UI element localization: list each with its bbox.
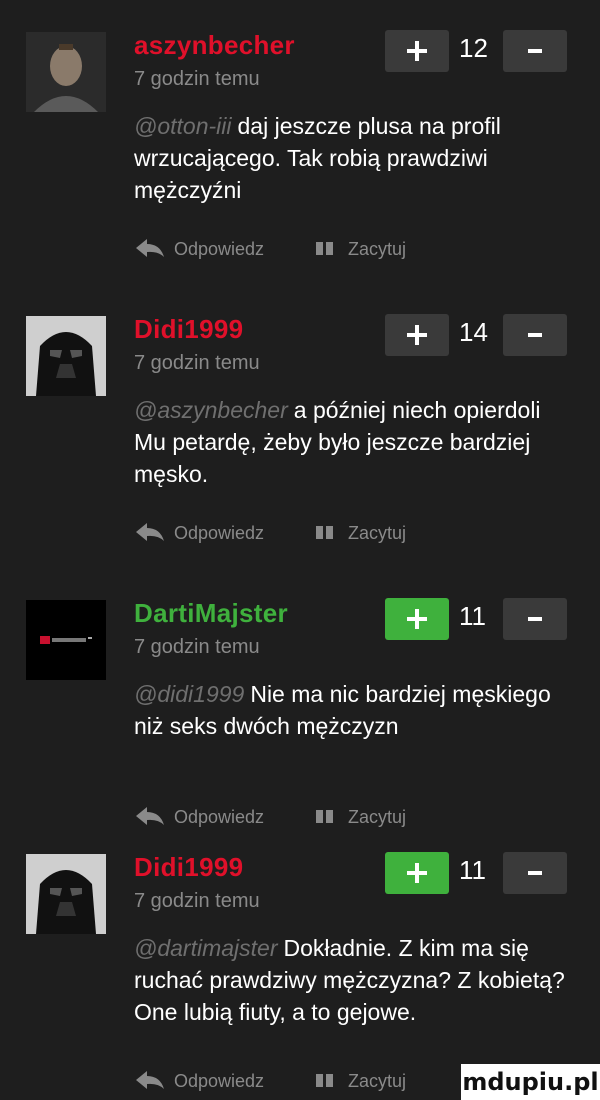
mention-link[interactable]: @dartimajster xyxy=(134,935,278,961)
darth-vader-icon xyxy=(26,854,106,934)
plus-icon xyxy=(407,325,427,345)
timestamp: 7 godzin temu xyxy=(134,352,260,374)
man-face-icon xyxy=(26,32,106,112)
darth-vader-icon xyxy=(26,316,106,396)
username[interactable]: Didi1999 xyxy=(134,314,243,345)
comment-body: @aszynbecher a później niech opierdoli Mu… xyxy=(134,394,574,490)
username[interactable]: Didi1999 xyxy=(134,852,243,883)
username[interactable]: aszynbecher xyxy=(134,30,295,61)
reply-arrow-icon xyxy=(136,239,164,257)
comment-body: @didi1999 Nie ma nic bardziej męskiego ni… xyxy=(134,678,574,742)
reply-button[interactable]: Odpowiedz xyxy=(134,519,294,549)
upvote-button[interactable] xyxy=(385,314,449,356)
upvote-button[interactable] xyxy=(385,30,449,72)
reply-label: Odpowiedz xyxy=(174,239,265,259)
quote-label: Zacytuj xyxy=(348,1071,407,1091)
plus-icon xyxy=(407,609,427,629)
quote-icon xyxy=(316,1074,333,1087)
comment-body: @dartimajster Dokładnie. Z kim ma się ruc… xyxy=(134,932,574,1028)
avatar[interactable] xyxy=(26,316,106,396)
timestamp: 7 godzin temu xyxy=(134,68,260,90)
comment: Didi1999 7 godzin temu 14 @aszynbecher a … xyxy=(0,284,600,554)
comment: aszynbecher 7 godzin temu 12 @otton-iii d… xyxy=(0,0,600,270)
comment: Didi1999 7 godzin temu 11 @dartimajster D… xyxy=(0,822,600,1092)
quote-label: Zacytuj xyxy=(348,523,407,543)
minus-icon xyxy=(528,617,542,621)
plus-icon xyxy=(407,41,427,61)
quote-icon xyxy=(316,526,333,539)
avatar[interactable] xyxy=(26,32,106,112)
timestamp: 7 godzin temu xyxy=(134,636,260,658)
dark-logo-icon xyxy=(26,600,106,680)
quote-button[interactable]: Zacytuj xyxy=(314,519,434,549)
reply-arrow-icon xyxy=(136,1071,164,1089)
upvote-button[interactable] xyxy=(385,852,449,894)
comment-body: @otton-iii daj jeszcze plusa na profil wr… xyxy=(134,110,574,206)
reply-arrow-icon xyxy=(136,523,164,541)
mention-link[interactable]: @otton-iii xyxy=(134,113,232,139)
mention-link[interactable]: @aszynbecher xyxy=(134,397,288,423)
minus-icon xyxy=(528,49,542,53)
quote-icon xyxy=(316,242,333,255)
reply-label: Odpowiedz xyxy=(174,1071,265,1091)
vote-score: 14 xyxy=(459,317,488,347)
timestamp: 7 godzin temu xyxy=(134,890,260,912)
vote-score: 11 xyxy=(459,601,486,631)
downvote-button[interactable] xyxy=(503,314,567,356)
username[interactable]: DartiMajster xyxy=(134,598,288,629)
comment: DartiMajster 7 godzin temu 11 @didi1999 N… xyxy=(0,568,600,838)
upvote-button[interactable] xyxy=(385,598,449,640)
reply-label: Odpowiedz xyxy=(174,523,265,543)
minus-icon xyxy=(528,333,542,337)
vote-score: 12 xyxy=(459,33,488,63)
reply-button[interactable]: Odpowiedz xyxy=(134,1067,294,1097)
avatar[interactable] xyxy=(26,854,106,934)
quote-button[interactable]: Zacytuj xyxy=(314,1067,434,1097)
avatar[interactable] xyxy=(26,600,106,680)
mention-link[interactable]: @didi1999 xyxy=(134,681,244,707)
quote-button[interactable]: Zacytuj xyxy=(314,235,434,265)
reply-button[interactable]: Odpowiedz xyxy=(134,235,294,265)
quote-label: Zacytuj xyxy=(348,239,407,259)
downvote-button[interactable] xyxy=(503,598,567,640)
downvote-button[interactable] xyxy=(503,30,567,72)
downvote-button[interactable] xyxy=(503,852,567,894)
minus-icon xyxy=(528,871,542,875)
vote-score: 11 xyxy=(459,855,486,885)
plus-icon xyxy=(407,863,427,883)
site-watermark: mdupiu.pl xyxy=(461,1064,600,1100)
